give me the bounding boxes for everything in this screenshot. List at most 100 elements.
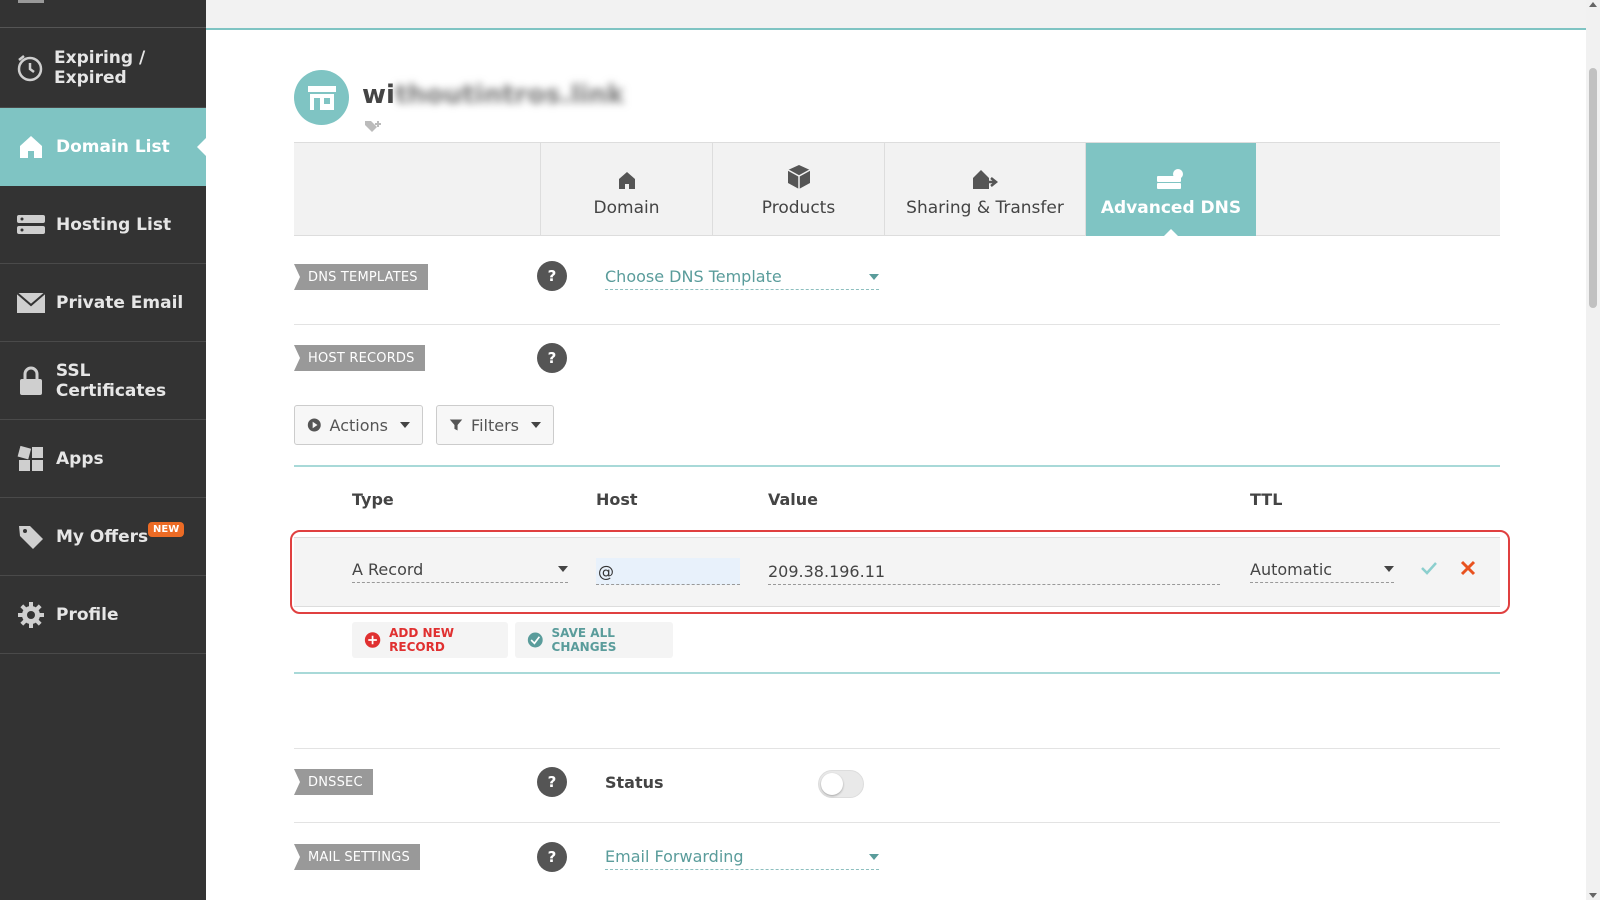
tab-domain[interactable]: Domain: [540, 143, 712, 236]
cancel-record-close-icon[interactable]: [1460, 560, 1476, 580]
filter-funnel-icon: [449, 419, 463, 431]
tag-icon: [16, 522, 46, 552]
toggle-knob: [821, 773, 843, 795]
domain-name-blurred: thoutintros.link: [394, 80, 625, 110]
sidebar-item-domain-list[interactable]: Domain List: [0, 108, 206, 186]
ttl-value: Automatic: [1250, 559, 1333, 579]
mail-settings-select-value: Email Forwarding: [605, 847, 744, 866]
scroll-down-arrow[interactable]: [1589, 893, 1597, 898]
section-label-dns-templates: DNS TEMPLATES: [294, 264, 428, 290]
chevron-down-icon: [869, 273, 879, 280]
house-icon: [617, 162, 637, 190]
sidebar-item-label: Hosting List: [56, 214, 172, 235]
tab-label: Products: [761, 197, 836, 218]
host-input[interactable]: @: [596, 558, 740, 585]
chevron-down-icon: [558, 566, 568, 572]
save-all-changes-button[interactable]: SAVE ALL CHANGES: [515, 622, 673, 658]
dns-server-icon: [1156, 162, 1186, 190]
server-icon: [16, 210, 46, 240]
save-record-check-icon[interactable]: [1420, 560, 1438, 580]
sidebar-item-label: SSL Certificates: [55, 360, 167, 401]
help-dnssec-button[interactable]: ?: [537, 767, 567, 797]
page-scrollbar[interactable]: [1586, 0, 1600, 900]
sidebar-item-my-offers[interactable]: My Offers NEW: [0, 498, 206, 576]
apps-grid-icon: [16, 444, 46, 474]
help-mail-settings-button[interactable]: ?: [537, 842, 567, 872]
domain-name: withoutintros.link: [362, 80, 624, 110]
save-all-changes-label: SAVE ALL CHANGES: [551, 626, 617, 654]
add-tag-icon[interactable]: [364, 118, 382, 137]
table-top-divider: [294, 465, 1500, 467]
house-icon: [16, 132, 46, 162]
tab-label: Domain: [593, 197, 660, 218]
tab-label: Advanced DNS: [1100, 197, 1242, 218]
dns-template-select-value: Choose DNS Template: [605, 267, 782, 286]
storefront-icon: [307, 85, 336, 110]
column-header-ttl: TTL: [1250, 490, 1283, 509]
domain-name-visible: wi: [362, 80, 395, 110]
sidebar: Expiring / Expired Domain List Hosting L…: [0, 0, 206, 900]
section-label-dnssec: DNSSEC: [294, 769, 373, 795]
add-new-record-label: ADD NEW RECORD: [389, 626, 455, 654]
sidebar-top-stub: [18, 0, 44, 3]
lock-icon: [16, 366, 46, 396]
value-input-text: 209.38.196.11: [768, 561, 886, 581]
dnssec-status-label: Status: [605, 773, 664, 792]
domain-avatar: [294, 70, 349, 125]
column-header-value: Value: [768, 490, 819, 509]
actions-label: Actions: [329, 415, 388, 435]
record-type-value: A Record: [352, 559, 424, 579]
chevron-down-icon: [869, 853, 879, 860]
filters-button[interactable]: Filters: [436, 405, 554, 445]
chevron-down-icon: [1384, 566, 1394, 572]
sidebar-item-label: Private Email: [56, 292, 184, 313]
sidebar-item-apps[interactable]: Apps: [0, 420, 206, 498]
chevron-down-icon: [531, 422, 541, 428]
help-host-records-button[interactable]: ?: [537, 343, 567, 373]
sidebar-item-hosting-list[interactable]: Hosting List: [0, 186, 206, 264]
actions-button[interactable]: Actions: [294, 405, 423, 445]
chevron-down-icon: [400, 422, 410, 428]
divider: [294, 748, 1500, 749]
clock-icon: [16, 53, 44, 83]
value-input[interactable]: 209.38.196.11: [768, 558, 1220, 585]
box-icon: [787, 162, 811, 190]
dns-template-select[interactable]: Choose DNS Template: [605, 264, 879, 290]
tab-sharing-transfer[interactable]: Sharing & Transfer: [884, 143, 1085, 236]
table-bottom-divider: [294, 672, 1500, 674]
sidebar-item-profile[interactable]: Profile: [0, 576, 206, 654]
sidebar-item-private-email[interactable]: Private Email: [0, 264, 206, 342]
envelope-icon: [16, 288, 46, 318]
new-badge: NEW: [148, 522, 185, 537]
add-new-record-button[interactable]: ADD NEW RECORD: [352, 622, 508, 658]
sidebar-item-label: Apps: [56, 448, 104, 469]
scroll-thumb[interactable]: [1589, 68, 1597, 308]
tab-label: Sharing & Transfer: [906, 197, 1064, 218]
filters-label: Filters: [471, 415, 519, 435]
scroll-up-arrow[interactable]: [1589, 2, 1597, 7]
sidebar-item-label: Expiring / Expired: [54, 47, 146, 88]
sidebar-item-expiring[interactable]: Expiring / Expired: [0, 28, 206, 108]
tab-products[interactable]: Products: [712, 143, 884, 236]
gear-icon: [16, 600, 46, 630]
column-header-type: Type: [352, 490, 394, 509]
play-circle-icon: [307, 418, 321, 432]
sidebar-top: [0, 0, 206, 28]
record-type-select[interactable]: A Record: [352, 556, 568, 583]
tab-advanced-dns[interactable]: Advanced DNS: [1085, 143, 1256, 237]
top-bar: [206, 0, 1586, 30]
domain-tabs: Domain Products Sharing & Transfer Advan…: [294, 142, 1500, 237]
ttl-select[interactable]: Automatic: [1250, 556, 1394, 583]
column-header-host: Host: [596, 490, 638, 509]
share-house-icon: [971, 162, 999, 190]
sidebar-item-label: Domain List: [56, 137, 170, 157]
check-circle-icon: [527, 632, 543, 648]
sidebar-item-label: My Offers: [56, 526, 149, 547]
divider: [294, 324, 1500, 325]
sidebar-item-ssl[interactable]: SSL Certificates: [0, 342, 206, 420]
dnssec-toggle[interactable]: [818, 770, 864, 798]
mail-settings-select[interactable]: Email Forwarding: [605, 844, 879, 870]
divider: [294, 822, 1500, 823]
section-label-host-records: HOST RECORDS: [294, 345, 425, 371]
help-dns-templates-button[interactable]: ?: [537, 261, 567, 291]
